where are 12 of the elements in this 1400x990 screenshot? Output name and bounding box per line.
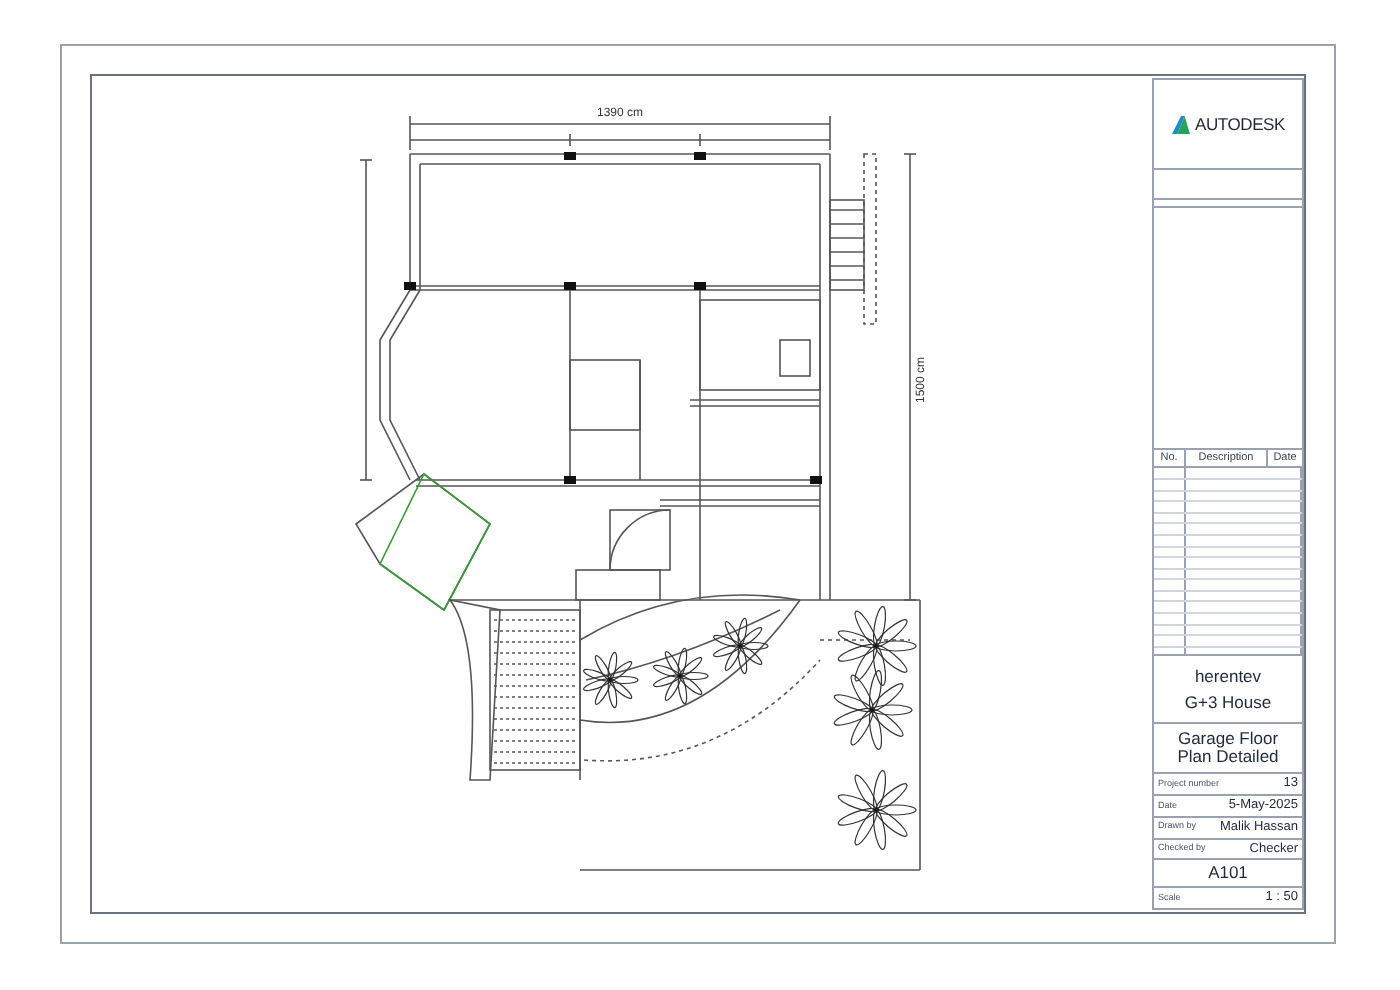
project-name: G+3 House	[1184, 694, 1272, 712]
palm-plant-drawing	[837, 770, 917, 850]
palm-plant-drawing	[713, 617, 769, 675]
logo-text: AUTODESK	[1195, 111, 1285, 137]
palm-plant-drawing	[833, 670, 913, 750]
sheet-title: Garage Floor Plan Detailed	[1175, 730, 1281, 767]
palm-plant-drawing	[583, 651, 639, 709]
logo-icon	[1171, 115, 1190, 134]
palm-plant-drawing	[653, 647, 709, 705]
client-name: herentev	[1194, 667, 1262, 685]
sheet-number: A101	[1208, 860, 1248, 887]
palm-plant-drawing	[837, 606, 917, 686]
